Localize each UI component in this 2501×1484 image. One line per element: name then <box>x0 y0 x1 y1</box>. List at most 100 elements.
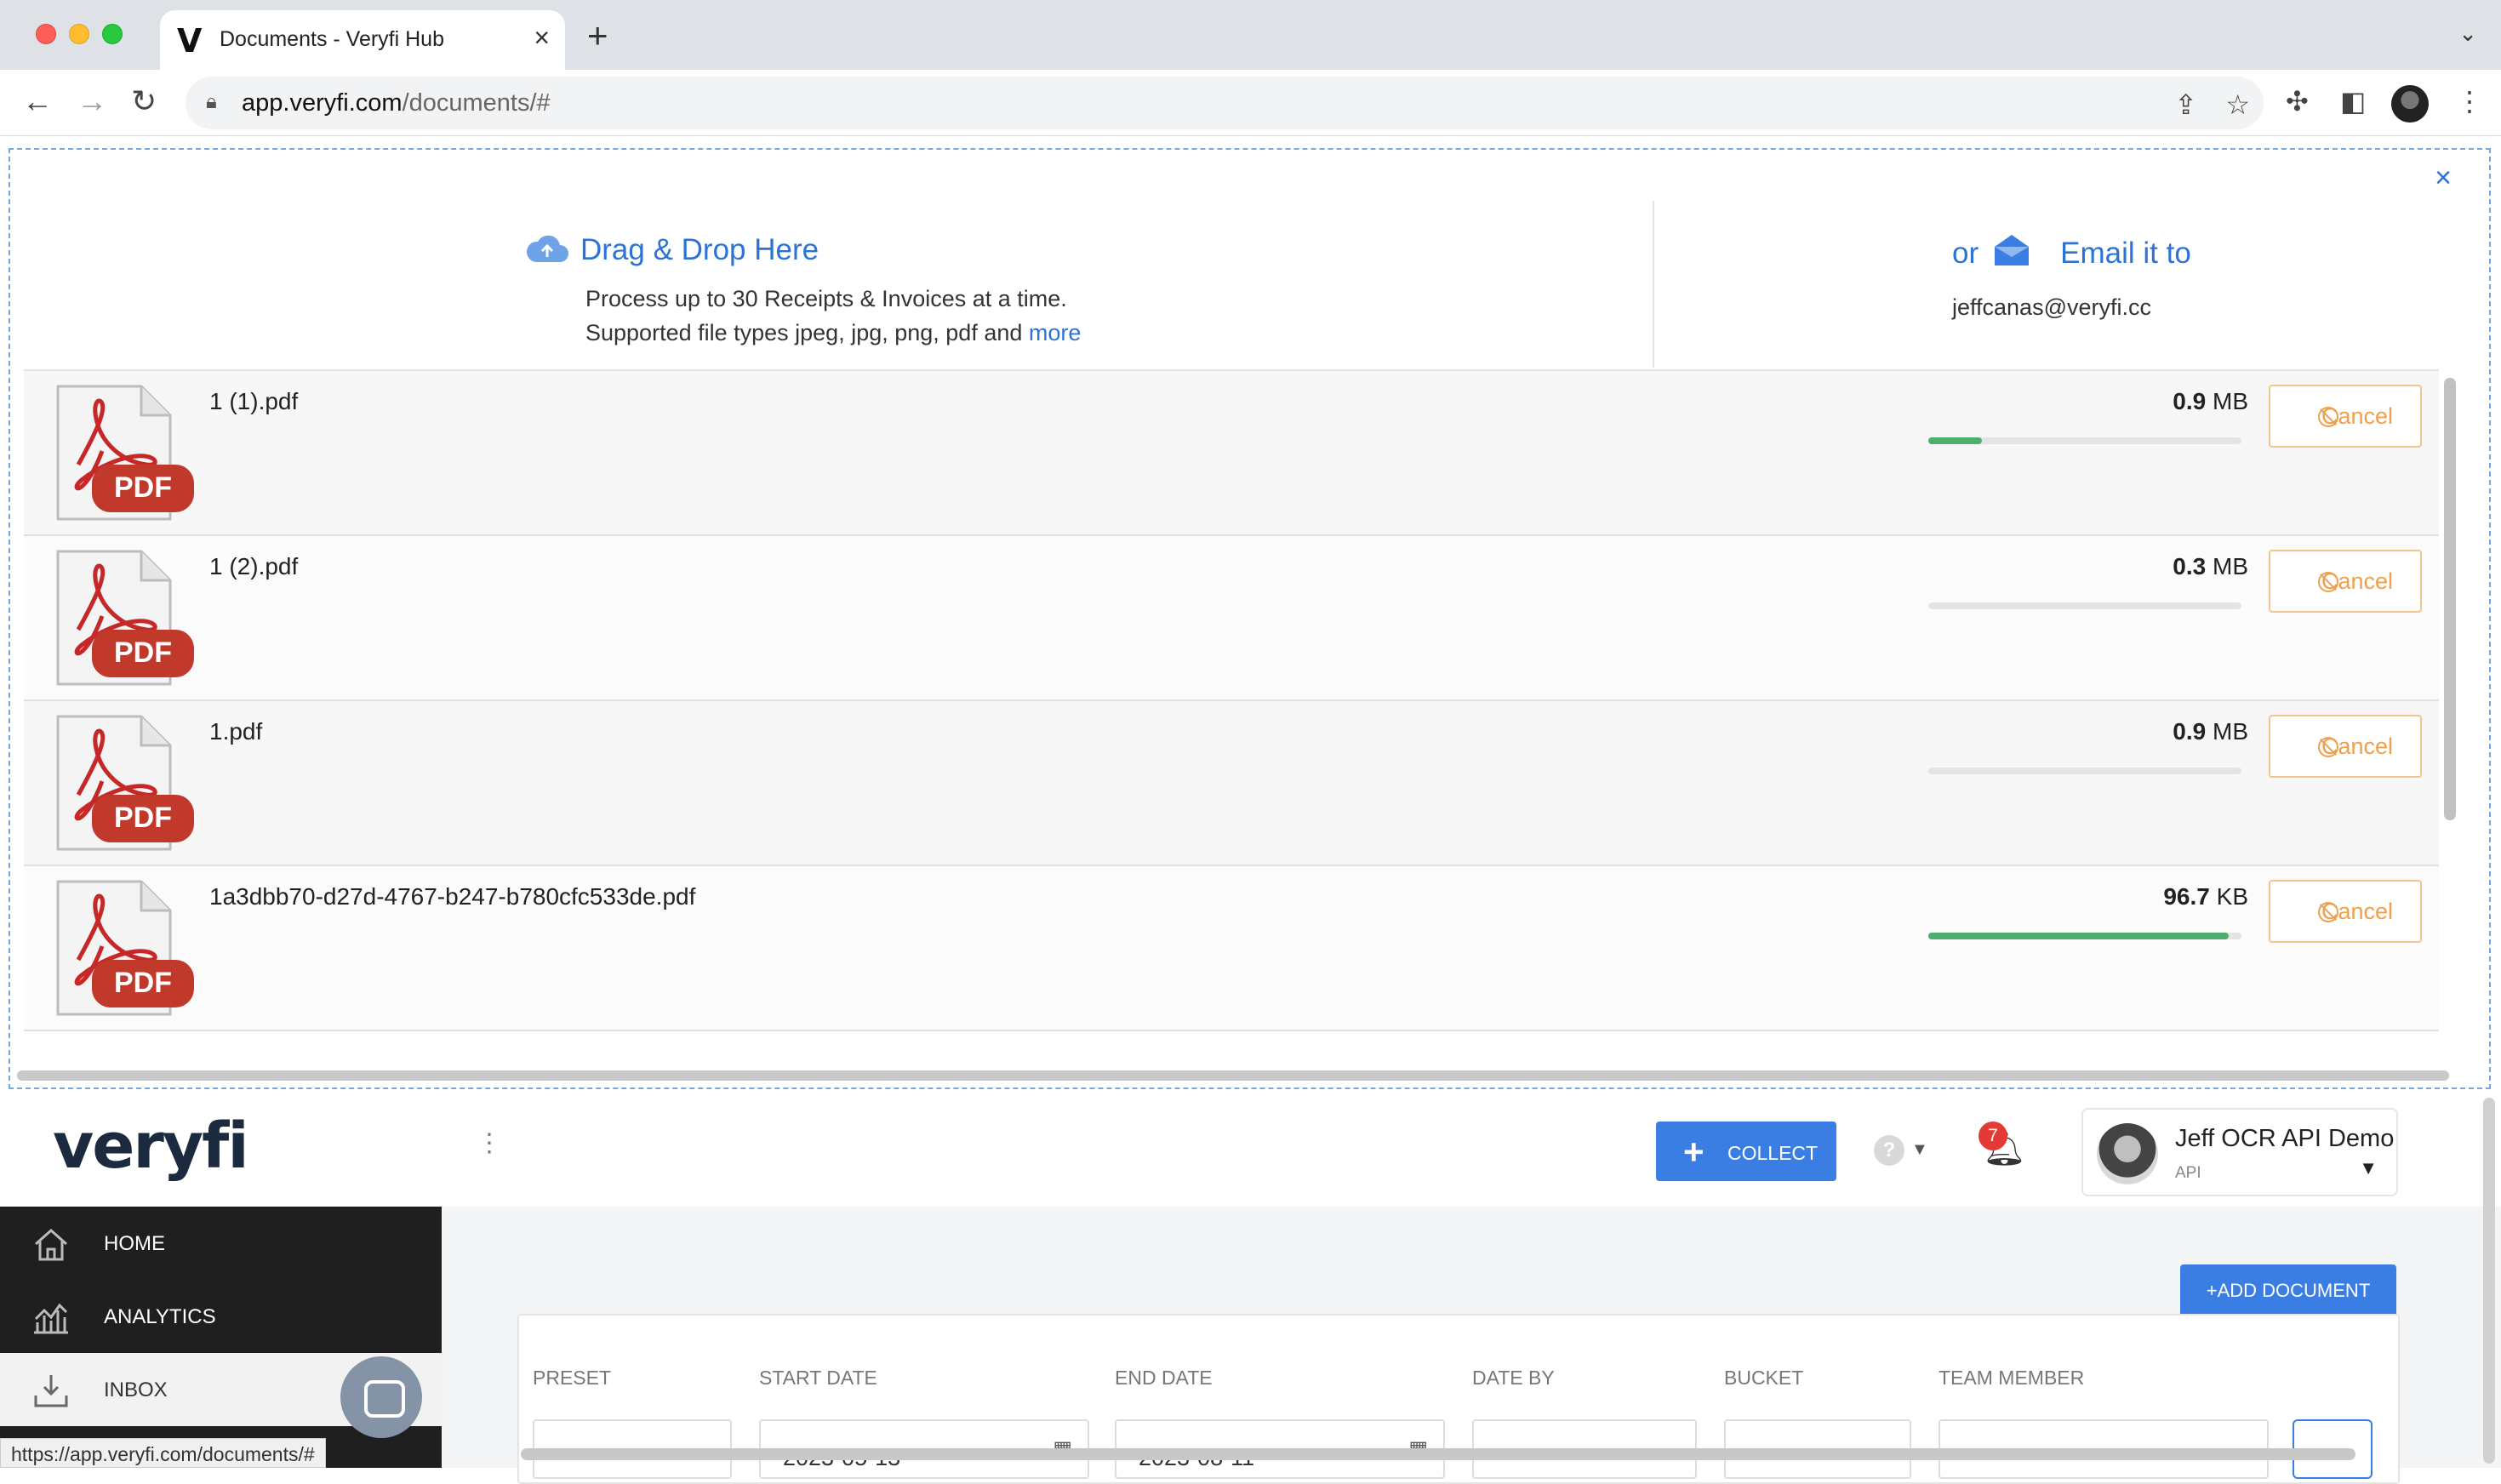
upload-progress-fill <box>1928 437 1982 444</box>
forward-arrow-icon[interactable]: → <box>77 83 107 119</box>
upload-file-row: PDF 1a3dbb70-d27d-4767-b247-b780cfc533de… <box>24 866 2439 1031</box>
user-avatar <box>2097 1123 2158 1184</box>
user-role: API <box>2175 1164 2201 1182</box>
lock-icon: 🔒︎ <box>206 90 217 113</box>
window-close-button[interactable] <box>36 24 56 44</box>
browser-profile-avatar[interactable] <box>2391 85 2429 123</box>
bucket-label: BUCKET <box>1724 1367 1804 1389</box>
file-name: 1 (1).pdf <box>209 388 299 414</box>
side-panel-icon[interactable]: ◧ <box>2340 85 2366 117</box>
address-bar[interactable]: 🔒︎ app.veryfi.com/documents/# ⇪ ☆ <box>186 77 2264 129</box>
cancel-icon <box>2318 902 2338 922</box>
cancel-upload-button[interactable]: Cancel <box>2269 385 2422 448</box>
user-account-menu[interactable]: Jeff OCR API Demo API ▼ <box>2081 1108 2398 1196</box>
cancel-upload-button[interactable]: Cancel <box>2269 715 2422 778</box>
status-bar-url: https://app.veryfi.com/documents/# <box>0 1438 326 1468</box>
envelope-icon <box>1995 235 2029 265</box>
file-size: 96.7 KB <box>2163 883 2248 910</box>
cancel-icon <box>2318 737 2338 757</box>
file-size: 0.9 MB <box>2173 388 2248 414</box>
share-icon[interactable]: ⇪ <box>2174 88 2197 121</box>
email-it-title: or Email it to <box>1952 237 2191 270</box>
drag-drop-area[interactable]: Drag & Drop Here Process up to 30 Receip… <box>10 201 1653 368</box>
upload-file-row: PDF 1.pdf 0.9 MB Cancel <box>24 701 2439 866</box>
veryfi-logo[interactable]: veryfi <box>53 1110 249 1183</box>
file-list-scrollbar[interactable] <box>2444 378 2456 820</box>
upload-file-row: PDF 1 (2).pdf 0.3 MB Cancel <box>24 536 2439 701</box>
upload-email-address[interactable]: jeffcanas@veryfi.cc <box>1952 294 2151 321</box>
notification-count-badge: 7 <box>1979 1122 2007 1150</box>
date-by-label: DATE BY <box>1472 1367 1555 1389</box>
file-name: 1a3dbb70-d27d-4767-b247-b780cfc533de.pdf <box>209 883 696 910</box>
upload-dropzone-overlay[interactable]: × Drag & Drop Here Process up to 30 Rece… <box>9 148 2491 1089</box>
upload-progress-bar <box>1928 768 2241 774</box>
file-size: 0.3 MB <box>2173 553 2248 579</box>
file-name: 1.pdf <box>209 718 263 745</box>
cancel-upload-button[interactable]: Cancel <box>2269 880 2422 943</box>
chat-support-icon[interactable] <box>340 1356 422 1438</box>
analytics-icon <box>34 1303 68 1334</box>
reload-icon[interactable]: ↻ <box>131 83 157 119</box>
window-maximize-button[interactable] <box>102 24 123 44</box>
pdf-file-icon: PDF <box>53 383 197 522</box>
preset-label: PRESET <box>533 1367 612 1389</box>
collect-button[interactable]: + COLLECT <box>1656 1122 1836 1181</box>
upload-progress-bar <box>1928 602 2241 609</box>
back-arrow-icon[interactable]: ← <box>22 83 53 119</box>
cancel-icon <box>2318 407 2338 427</box>
team-member-label: TEAM MEMBER <box>1939 1367 2085 1389</box>
tab-search-chevron-icon[interactable]: ⌄ <box>2458 20 2477 47</box>
home-icon <box>35 1228 67 1261</box>
file-size: 0.9 MB <box>2173 718 2248 745</box>
start-date-label: START DATE <box>759 1367 877 1389</box>
sidebar-item-analytics[interactable]: ANALYTICS <box>0 1280 442 1353</box>
cancel-upload-button[interactable]: Cancel <box>2269 550 2422 613</box>
cancel-icon <box>2318 572 2338 592</box>
user-name: Jeff OCR API Demo <box>2175 1125 2395 1152</box>
more-options-icon[interactable]: ⋮ <box>477 1128 502 1158</box>
chevron-down-icon: ▼ <box>2359 1157 2378 1179</box>
close-upload-icon[interactable]: × <box>2435 162 2452 195</box>
drag-drop-title: Drag & Drop Here <box>580 233 819 266</box>
upload-file-list: PDF 1 (1).pdf 0.9 MB Cancel PDF 1 (2).pdf 0… <box>24 369 2439 1050</box>
browser-tab-documents[interactable]: V Documents - Veryfi Hub × <box>160 10 565 70</box>
new-tab-icon[interactable]: + <box>587 15 608 56</box>
svg-text:PDF: PDF <box>114 967 172 999</box>
help-caret-icon[interactable]: ▼ <box>1911 1140 1928 1160</box>
browser-menu-icon[interactable]: ⋮ <box>2456 85 2483 117</box>
add-document-button[interactable]: +ADD DOCUMENT <box>2180 1264 2396 1317</box>
veryfi-favicon-icon: V <box>177 22 203 60</box>
tab-close-icon[interactable]: × <box>534 22 550 54</box>
app-header: veryfi ⋮ + COLLECT ? ▼ 🔔︎ 7 Jeff OCR API… <box>0 1091 2501 1207</box>
help-icon[interactable]: ? <box>1874 1135 1904 1166</box>
browser-toolbar: ← → ↻ 🔒︎ app.veryfi.com/documents/# ⇪ ☆ … <box>0 70 2501 136</box>
upload-progress-fill <box>1928 933 2230 939</box>
more-file-types-link[interactable]: more <box>1029 320 1082 345</box>
svg-text:PDF: PDF <box>114 471 172 504</box>
upload-progress-bar <box>1928 933 2241 939</box>
upload-file-row: PDF 1 (1).pdf 0.9 MB Cancel <box>24 371 2439 536</box>
divider <box>1653 201 1654 368</box>
svg-text:PDF: PDF <box>114 636 172 669</box>
window-minimize-button[interactable] <box>69 24 89 44</box>
sidebar-item-home[interactable]: HOME <box>0 1207 442 1280</box>
url-text[interactable]: app.veryfi.com/documents/# <box>242 89 551 117</box>
horizontal-scrollbar[interactable] <box>17 1070 2449 1081</box>
page-vertical-scrollbar[interactable] <box>2483 1098 2495 1464</box>
extensions-puzzle-icon[interactable]: ✣ <box>2286 85 2309 117</box>
bookmark-star-icon[interactable]: ☆ <box>2225 88 2250 121</box>
drop-instructions: Process up to 30 Receipts & Invoices at … <box>585 286 1067 311</box>
file-name: 1 (2).pdf <box>209 553 299 579</box>
pdf-file-icon: PDF <box>53 878 197 1018</box>
tab-title: Documents - Veryfi Hub <box>220 27 444 51</box>
upload-progress-bar <box>1928 437 2241 444</box>
svg-text:PDF: PDF <box>114 802 172 834</box>
content-horizontal-scrollbar[interactable] <box>521 1448 2355 1460</box>
plus-icon: + <box>1683 1132 1704 1172</box>
pdf-file-icon: PDF <box>53 713 197 853</box>
supported-file-types: Supported file types jpeg, jpg, png, pdf… <box>585 320 1082 345</box>
inbox-icon <box>34 1375 68 1407</box>
end-date-label: END DATE <box>1115 1367 1213 1389</box>
pdf-file-icon: PDF <box>53 548 197 688</box>
browser-tab-strip: V Documents - Veryfi Hub × + ⌄ <box>0 0 2501 70</box>
